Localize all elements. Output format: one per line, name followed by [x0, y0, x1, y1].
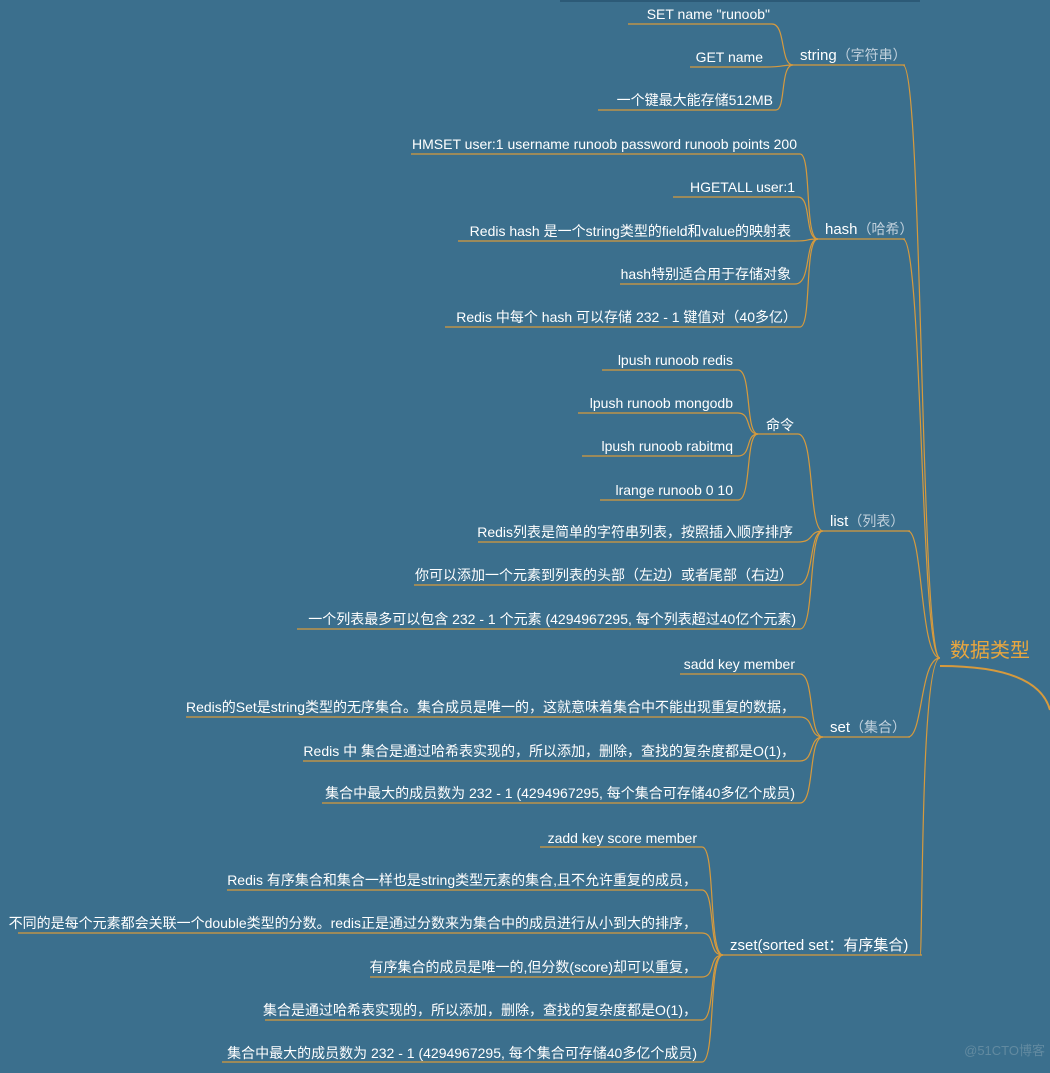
zset-leaf-1: Redis 有序集合和集合一样也是string类型元素的集合,且不允许重复的成员…	[227, 872, 697, 888]
root-underline	[940, 666, 1050, 710]
zset-leaf-5: 集合中最大的成员数为 232 - 1 (4294967295, 每个集合可存储4…	[227, 1045, 697, 1061]
list-cmd-3: lrange runoob 0 10	[615, 482, 733, 498]
list-cmd-2: lpush runoob rabitmq	[601, 438, 733, 454]
string-leaf-2: 一个键最大能存储512MB	[617, 92, 773, 108]
list-cmd-0: lpush runoob redis	[618, 352, 733, 368]
hash-leaf-3: hash特别适合用于存储对象	[621, 266, 791, 282]
zset-leaf-4: 集合是通过哈希表实现的，所以添加，删除，查找的复杂度都是O(1)，	[263, 1002, 697, 1018]
hash-leaf-4: Redis 中每个 hash 可以存储 232 - 1 键值对（40多亿）	[456, 309, 797, 325]
branch-string-label: string（字符串）	[800, 47, 907, 64]
list-cmd-1: lpush runoob mongodb	[590, 395, 733, 411]
string-leaf-1: GET name	[696, 49, 764, 65]
branch-list: list（列表） 命令 lpush runoob redis lpush run…	[297, 352, 910, 629]
list-leaf-2: 一个列表最多可以包含 232 - 1 个元素 (4294967295, 每个列表…	[308, 611, 796, 627]
hash-leaf-2: Redis hash 是一个string类型的field和value的映射表	[470, 223, 791, 239]
list-cmd-label: 命令	[766, 417, 794, 433]
hash-leaf-1: HGETALL user:1	[690, 179, 795, 195]
branch-hash: hash（哈希） HMSET user:1 username runoob pa…	[411, 136, 914, 327]
set-leaf-0: sadd key member	[684, 656, 796, 672]
list-leaf-1: 你可以添加一个元素到列表的头部（左边）或者尾部（右边）	[415, 567, 793, 583]
root-label: 数据类型	[950, 639, 1030, 662]
branch-zset-label: zset(sorted set：有序集合)	[730, 937, 908, 954]
zset-leaf-0: zadd key score member	[548, 830, 698, 846]
branch-list-label: list（列表）	[830, 513, 904, 530]
set-leaf-1: Redis的Set是string类型的无序集合。集合成员是唯一的，这就意味着集合…	[186, 699, 795, 715]
string-leaf-0: SET name "runoob"	[647, 6, 770, 22]
branch-zset: zset(sorted set：有序集合) zadd key score mem…	[9, 830, 922, 1062]
branch-hash-label: hash（哈希）	[825, 221, 914, 238]
branch-string: string（字符串） SET name "runoob" GET name 一…	[598, 6, 907, 110]
list-leaf-0: Redis列表是简单的字符串列表，按照插入顺序排序	[477, 524, 793, 540]
root-connectors	[903, 65, 940, 955]
watermark: @51CTO博客	[964, 1043, 1045, 1058]
set-leaf-3: 集合中最大的成员数为 232 - 1 (4294967295, 每个集合可存储4…	[325, 785, 795, 801]
zset-leaf-2: 不同的是每个元素都会关联一个double类型的分数。redis正是通过分数来为集…	[9, 915, 697, 931]
hash-leaf-0: HMSET user:1 username runoob password ru…	[412, 136, 797, 152]
branch-set: set（集合） sadd key member Redis的Set是string…	[186, 656, 910, 803]
branch-set-label: set（集合）	[830, 719, 906, 736]
zset-leaf-3: 有序集合的成员是唯一的,但分数(score)却可以重复，	[370, 959, 697, 975]
root-node: 数据类型	[940, 639, 1050, 710]
set-leaf-2: Redis 中 集合是通过哈希表实现的，所以添加，删除，查找的复杂度都是O(1)…	[303, 743, 795, 759]
